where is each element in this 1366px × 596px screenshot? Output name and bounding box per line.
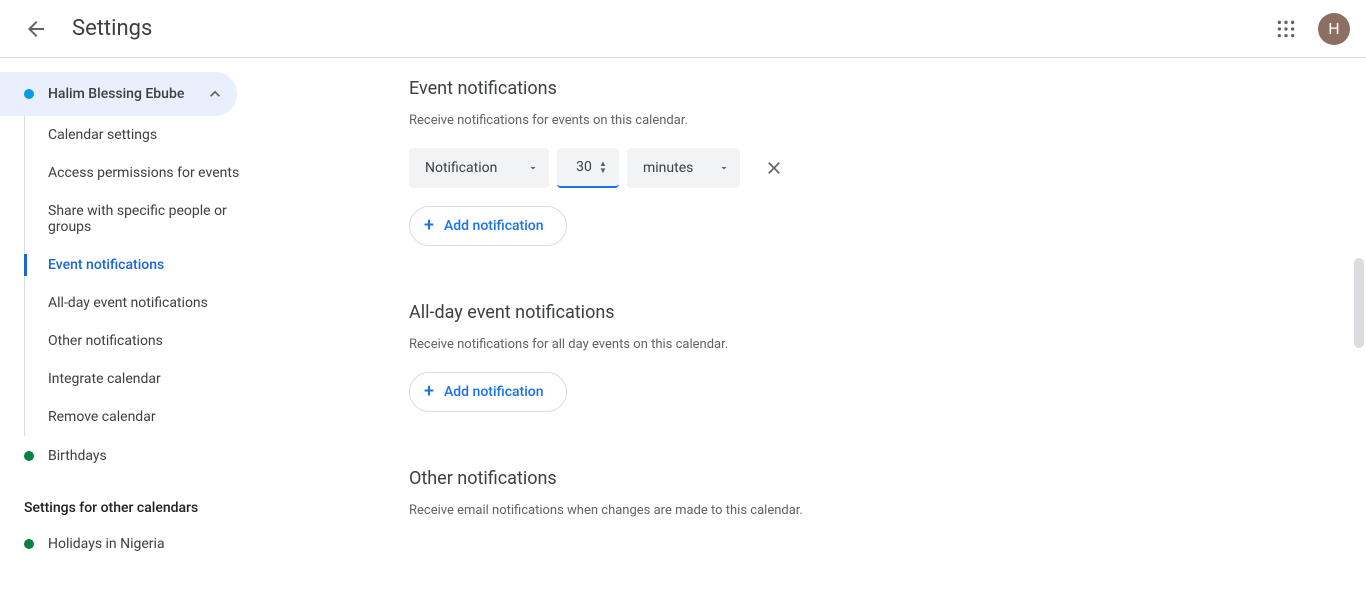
sidebar-item-access-permissions[interactable]: Access permissions for events xyxy=(28,154,268,192)
sidebar-item-label: Birthdays xyxy=(48,448,107,464)
header-right: H xyxy=(1266,9,1350,49)
sidebar-item-label: Holidays in Nigeria xyxy=(48,536,165,552)
sidebar-item-remove[interactable]: Remove calendar xyxy=(28,398,268,436)
number-spinner[interactable]: ▲ ▼ xyxy=(599,160,607,174)
notification-value-input-wrap: ▲ ▼ xyxy=(557,148,619,188)
section-event-notifications: Event notifications Receive notification… xyxy=(409,78,1366,246)
dropdown-label: Notification xyxy=(425,160,497,176)
header: Settings H xyxy=(0,0,1366,58)
sidebar-calendar-header[interactable]: Halim Blessing Ebube xyxy=(0,72,237,116)
notification-value-input[interactable] xyxy=(569,159,599,175)
sidebar-subitems: Calendar settings Access permissions for… xyxy=(0,116,285,436)
add-notification-label: Add notification xyxy=(444,384,544,400)
sidebar-item-integrate[interactable]: Integrate calendar xyxy=(28,360,268,398)
chevron-up-icon xyxy=(205,84,225,104)
sidebar-item-event-notifications[interactable]: Event notifications xyxy=(28,246,268,284)
dropdown-label: minutes xyxy=(643,160,693,176)
calendar-color-dot xyxy=(24,539,34,549)
sidebar-item-other-notifications[interactable]: Other notifications xyxy=(28,322,268,360)
sidebar-section-title-other: Settings for other calendars xyxy=(0,476,285,524)
apps-grid-icon xyxy=(1276,19,1296,39)
avatar[interactable]: H xyxy=(1318,13,1350,45)
sidebar-item-calendar-settings[interactable]: Calendar settings xyxy=(28,116,268,154)
section-description: Receive email notifications when changes… xyxy=(409,503,1366,518)
section-other-notifications: Other notifications Receive email notifi… xyxy=(409,468,1366,518)
sidebar-item-birthdays[interactable]: Birthdays xyxy=(0,436,285,476)
back-button[interactable] xyxy=(16,9,56,49)
notification-unit-dropdown[interactable]: minutes xyxy=(627,148,740,188)
chevron-down-icon xyxy=(527,162,539,174)
spinner-down-icon: ▼ xyxy=(599,167,607,174)
section-description: Receive notifications for events on this… xyxy=(409,113,1366,128)
scrollbar-track xyxy=(1350,58,1366,596)
notification-row: Notification ▲ ▼ minutes xyxy=(409,148,1366,188)
section-title: Other notifications xyxy=(409,468,1366,489)
main-content: Event notifications Receive notification… xyxy=(285,58,1366,596)
chevron-down-icon xyxy=(718,162,730,174)
calendar-color-dot xyxy=(24,89,34,99)
notification-type-dropdown[interactable]: Notification xyxy=(409,148,549,188)
add-notification-button[interactable]: + Add notification xyxy=(409,206,567,246)
plus-icon: + xyxy=(424,383,434,401)
calendar-name: Halim Blessing Ebube xyxy=(48,86,184,102)
sidebar-divider xyxy=(24,116,25,436)
apps-button[interactable] xyxy=(1266,9,1306,49)
close-icon xyxy=(764,158,784,178)
plus-icon: + xyxy=(424,217,434,235)
page-title: Settings xyxy=(72,16,152,41)
sidebar-item-allday-notifications[interactable]: All-day event notifications xyxy=(28,284,268,322)
arrow-back-icon xyxy=(24,17,48,41)
scrollbar-thumb[interactable] xyxy=(1354,258,1364,348)
sidebar: Halim Blessing Ebube Calendar settings A… xyxy=(0,58,285,596)
remove-notification-button[interactable] xyxy=(754,148,794,188)
sidebar-item-share[interactable]: Share with specific people or groups xyxy=(28,192,268,246)
section-allday-notifications: All-day event notifications Receive noti… xyxy=(409,302,1366,412)
calendar-color-dot xyxy=(24,451,34,461)
add-notification-button[interactable]: + Add notification xyxy=(409,372,567,412)
section-title: Event notifications xyxy=(409,78,1366,99)
sidebar-item-holidays[interactable]: Holidays in Nigeria xyxy=(0,524,285,564)
add-notification-label: Add notification xyxy=(444,218,544,234)
header-left: Settings xyxy=(16,9,152,49)
section-description: Receive notifications for all day events… xyxy=(409,337,1366,352)
section-title: All-day event notifications xyxy=(409,302,1366,323)
